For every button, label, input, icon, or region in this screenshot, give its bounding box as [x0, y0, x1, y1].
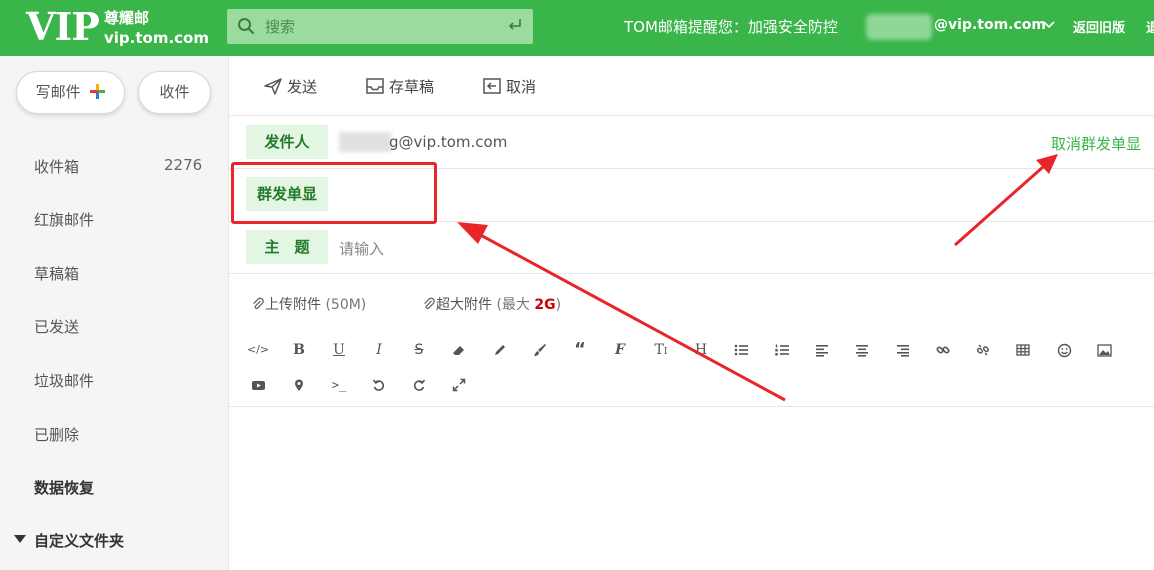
heading-icon[interactable]: H	[690, 339, 712, 361]
enter-icon[interactable]	[507, 17, 523, 33]
send-button[interactable]: 发送	[263, 76, 317, 97]
caret-down-icon[interactable]	[14, 535, 26, 543]
source-code-icon[interactable]: </>	[247, 339, 269, 361]
italic-icon[interactable]: I	[368, 339, 390, 361]
undo-icon[interactable]	[368, 374, 390, 396]
inbox-tray-icon	[366, 78, 384, 94]
logo-vip[interactable]: VIP	[26, 4, 100, 50]
sidebar-item-drafts[interactable]: 草稿箱	[34, 263, 79, 284]
search-box[interactable]	[227, 9, 533, 44]
paperclip-icon	[253, 297, 264, 310]
strikethrough-icon[interactable]: S	[408, 339, 430, 361]
terminal-icon[interactable]: >_	[328, 374, 350, 396]
large-size: 2G	[534, 297, 556, 313]
search-icon	[238, 18, 254, 34]
link-icon[interactable]	[932, 339, 954, 361]
cancel-group-send-link[interactable]: 取消群发单显	[1051, 133, 1141, 154]
receive-button[interactable]: 收件	[138, 71, 211, 114]
location-icon[interactable]	[288, 374, 310, 396]
logo-text[interactable]: 尊耀邮 vip.tom.com	[104, 8, 209, 48]
redo-icon[interactable]	[408, 374, 430, 396]
bullet-list-icon[interactable]	[730, 339, 752, 361]
upload-limit: (50M)	[325, 297, 367, 313]
logo-line1: 尊耀邮	[104, 9, 150, 27]
editor-body[interactable]	[229, 408, 1154, 568]
blurred-sender-name	[339, 132, 391, 152]
account-email[interactable]: @vip.tom.com	[934, 17, 1046, 33]
align-left-icon[interactable]	[811, 339, 833, 361]
sidebar-item-deleted[interactable]: 已删除	[34, 424, 79, 445]
search-input[interactable]	[265, 14, 495, 39]
large-attachment-button[interactable]: 超大附件 (最大 2G)	[422, 294, 561, 314]
sidebar-item-spam[interactable]: 垃圾邮件	[34, 370, 94, 391]
blurred-username	[866, 14, 932, 40]
save-draft-button[interactable]: 存草稿	[365, 76, 434, 97]
send-label: 发送	[287, 78, 318, 96]
compose-label: 写邮件	[35, 83, 81, 101]
video-icon[interactable]	[247, 374, 269, 396]
upload-attachment-button[interactable]: 上传附件 (50M)	[251, 294, 366, 314]
divider	[229, 406, 1154, 407]
inbox-count: 2276	[164, 156, 203, 174]
chevron-down-icon[interactable]	[1042, 17, 1056, 31]
annotation-highlight-box	[231, 162, 437, 224]
unlink-icon[interactable]	[972, 339, 994, 361]
divider	[229, 115, 1154, 116]
underline-icon[interactable]: U	[328, 339, 350, 361]
cancel-button[interactable]: 取消	[482, 76, 536, 97]
pencil-icon[interactable]	[489, 339, 511, 361]
divider	[229, 273, 1154, 274]
compose-area: 发送 存草稿 取消 发件人 g@vip.tom.com 取消群发单显 群发单显 …	[229, 56, 1154, 570]
sender-label: 发件人	[246, 125, 328, 159]
top-bar: VIP 尊耀邮 vip.tom.com TOM邮箱提醒您：加强安全防控 @vip…	[0, 0, 1154, 56]
table-icon[interactable]	[1012, 339, 1034, 361]
old-version-link[interactable]: 返回旧版	[1073, 17, 1125, 36]
security-tip: TOM邮箱提醒您：加强安全防控	[624, 18, 838, 36]
sidebar-item-custom-folders[interactable]: 自定义文件夹	[34, 530, 124, 551]
align-center-icon[interactable]	[851, 339, 873, 361]
font-icon[interactable]: F	[609, 339, 631, 361]
font-size-icon[interactable]: TI	[650, 339, 672, 361]
emoji-icon[interactable]	[1053, 339, 1075, 361]
large-attach-label: 超大附件	[436, 297, 492, 313]
large-suffix: )	[555, 297, 562, 313]
eraser-icon[interactable]	[448, 339, 470, 361]
fullscreen-icon[interactable]	[448, 374, 470, 396]
plus-icon	[90, 84, 106, 99]
upload-label: 上传附件	[265, 297, 321, 313]
sidebar-item-data-recovery[interactable]: 数据恢复	[34, 477, 94, 498]
quote-icon[interactable]: “	[569, 339, 591, 361]
subject-input[interactable]	[339, 237, 1039, 261]
exit-icon	[483, 78, 501, 94]
paperclip-icon	[424, 297, 435, 310]
numbered-list-icon[interactable]	[771, 339, 793, 361]
bold-icon[interactable]: B	[288, 339, 310, 361]
sender-value[interactable]: g@vip.tom.com	[389, 133, 507, 151]
sidebar-item-inbox[interactable]: 收件箱	[34, 156, 79, 177]
cancel-label: 取消	[506, 78, 537, 96]
subject-label: 主 题	[246, 230, 328, 264]
large-prefix: (最大	[496, 297, 530, 313]
compose-button[interactable]: 写邮件	[16, 71, 125, 114]
brush-icon[interactable]	[529, 339, 551, 361]
sidebar-item-flagged[interactable]: 红旗邮件	[34, 209, 94, 230]
save-draft-label: 存草稿	[389, 78, 435, 96]
align-right-icon[interactable]	[892, 339, 914, 361]
logout-link[interactable]: 退	[1146, 17, 1154, 36]
send-icon	[264, 78, 282, 95]
logo-line2: vip.tom.com	[104, 29, 209, 47]
sidebar-item-sent[interactable]: 已发送	[34, 316, 79, 337]
sidebar: 写邮件 收件 收件箱 2276 红旗邮件 草稿箱 已发送 垃圾邮件 已删除 数据…	[0, 56, 229, 570]
image-icon[interactable]	[1093, 339, 1115, 361]
